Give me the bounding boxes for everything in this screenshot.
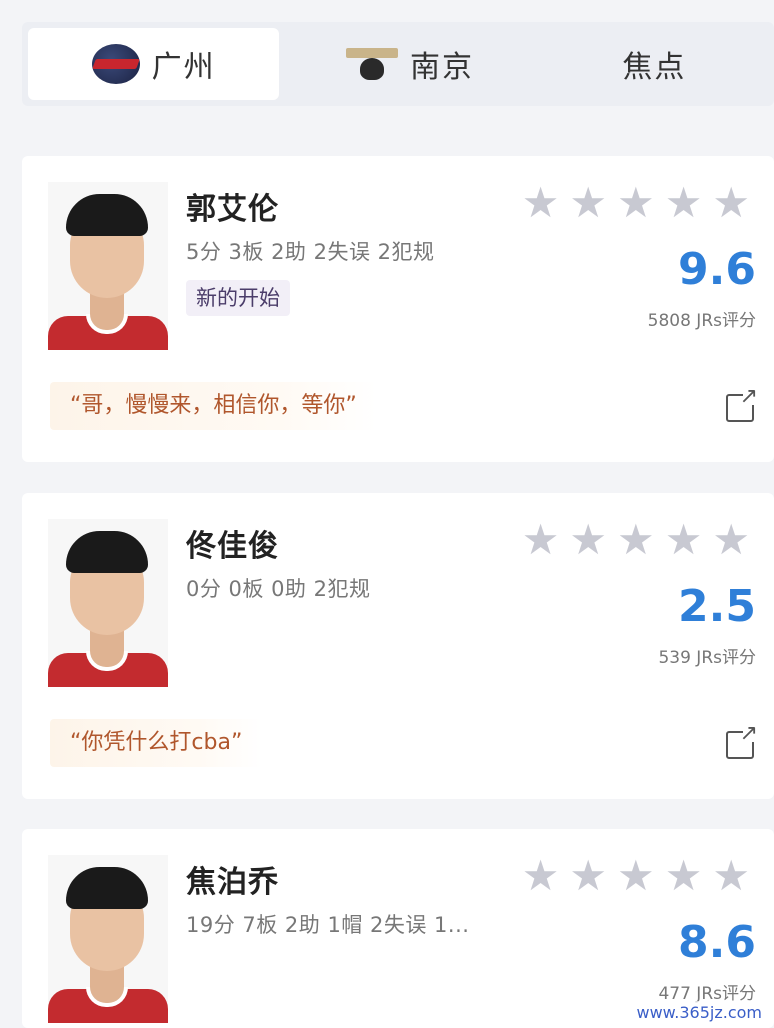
star-icon[interactable]: ★ (617, 855, 655, 897)
player-tag: 新的开始 (186, 280, 290, 316)
rating-stars[interactable]: ★ ★ ★ ★ ★ (522, 519, 750, 561)
player-stats: 5分 3板 2助 2失误 2犯规 (186, 240, 435, 264)
player-card[interactable]: 焦泊乔 19分 7板 2助 1帽 2失误 1... ★ ★ ★ ★ ★ 8.6 … (22, 829, 774, 1028)
star-icon[interactable]: ★ (522, 855, 560, 897)
star-icon[interactable]: ★ (522, 182, 560, 224)
player-avatar (48, 182, 168, 350)
star-icon[interactable]: ★ (665, 855, 703, 897)
star-icon[interactable]: ★ (569, 855, 607, 897)
star-icon[interactable]: ★ (665, 182, 703, 224)
rating-score: 2.5 (678, 581, 756, 632)
star-icon[interactable]: ★ (569, 519, 607, 561)
rating-score: 8.6 (678, 917, 756, 968)
star-icon[interactable]: ★ (712, 182, 750, 224)
player-name: 佟佳俊 (186, 529, 279, 564)
tab-focus[interactable]: 焦点 (535, 28, 774, 100)
tab-guangzhou[interactable]: 广州 (28, 28, 280, 100)
star-icon[interactable]: ★ (617, 182, 655, 224)
share-icon[interactable] (726, 721, 758, 759)
star-icon[interactable]: ★ (712, 855, 750, 897)
tab-label: 广州 (151, 50, 216, 85)
watermark: www.365jz.com (632, 1001, 766, 1024)
top-comment[interactable]: “哥，慢慢来，相信你，等你” (50, 382, 377, 430)
share-icon[interactable] (726, 384, 758, 422)
rating-stars[interactable]: ★ ★ ★ ★ ★ (522, 855, 750, 897)
star-icon[interactable]: ★ (712, 519, 750, 561)
rating-count: 5808 JRs评分 (647, 311, 756, 331)
player-name: 郭艾伦 (186, 192, 279, 227)
rating-stars[interactable]: ★ ★ ★ ★ ★ (522, 182, 750, 224)
star-icon[interactable]: ★ (665, 519, 703, 561)
nanjing-team-logo-icon (345, 44, 398, 84)
star-icon[interactable]: ★ (522, 519, 560, 561)
player-stats: 19分 7板 2助 1帽 2失误 1... (186, 913, 470, 937)
rating-count: 539 JRs评分 (658, 648, 756, 668)
tab-label: 南京 (409, 50, 474, 85)
star-icon[interactable]: ★ (617, 519, 655, 561)
tab-nanjing[interactable]: 南京 (285, 28, 534, 100)
top-comment[interactable]: “你凭什么打cba” (50, 719, 263, 767)
player-card[interactable]: 郭艾伦 5分 3板 2助 2失误 2犯规 新的开始 ★ ★ ★ ★ ★ 9.6 … (22, 156, 774, 462)
tab-label: 焦点 (622, 50, 687, 85)
team-tab-bar: 广州 南京 焦点 (22, 22, 774, 106)
player-name: 焦泊乔 (186, 865, 279, 900)
guangzhou-team-logo-icon (91, 44, 140, 84)
player-card[interactable]: 佟佳俊 0分 0板 0助 2犯规 ★ ★ ★ ★ ★ 2.5 539 JRs评分… (22, 493, 774, 799)
star-icon[interactable]: ★ (569, 182, 607, 224)
player-avatar (48, 855, 168, 1023)
rating-score: 9.6 (678, 244, 756, 295)
player-stats: 0分 0板 0助 2犯规 (186, 577, 371, 601)
player-avatar (48, 519, 168, 687)
